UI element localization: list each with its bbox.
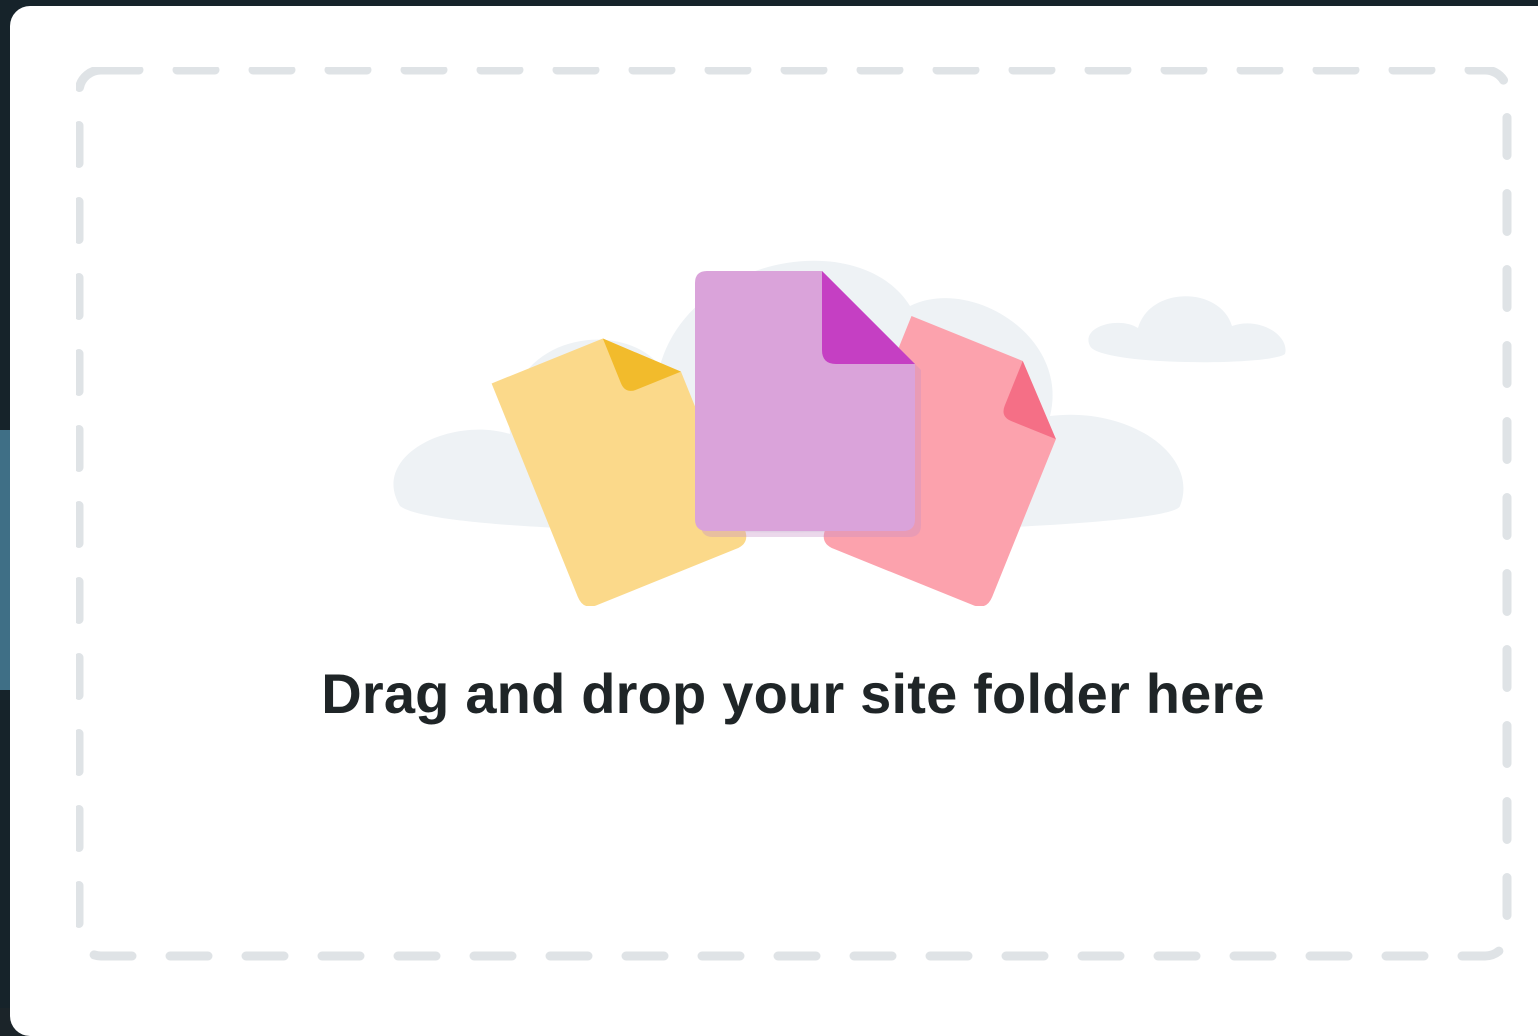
drop-prompt-text: Drag and drop your site folder here: [321, 662, 1265, 725]
upload-illustration: [393, 260, 1286, 606]
upload-modal: Drag and drop your site folder here: [10, 6, 1538, 1036]
cloud-small-icon: [1088, 296, 1286, 363]
